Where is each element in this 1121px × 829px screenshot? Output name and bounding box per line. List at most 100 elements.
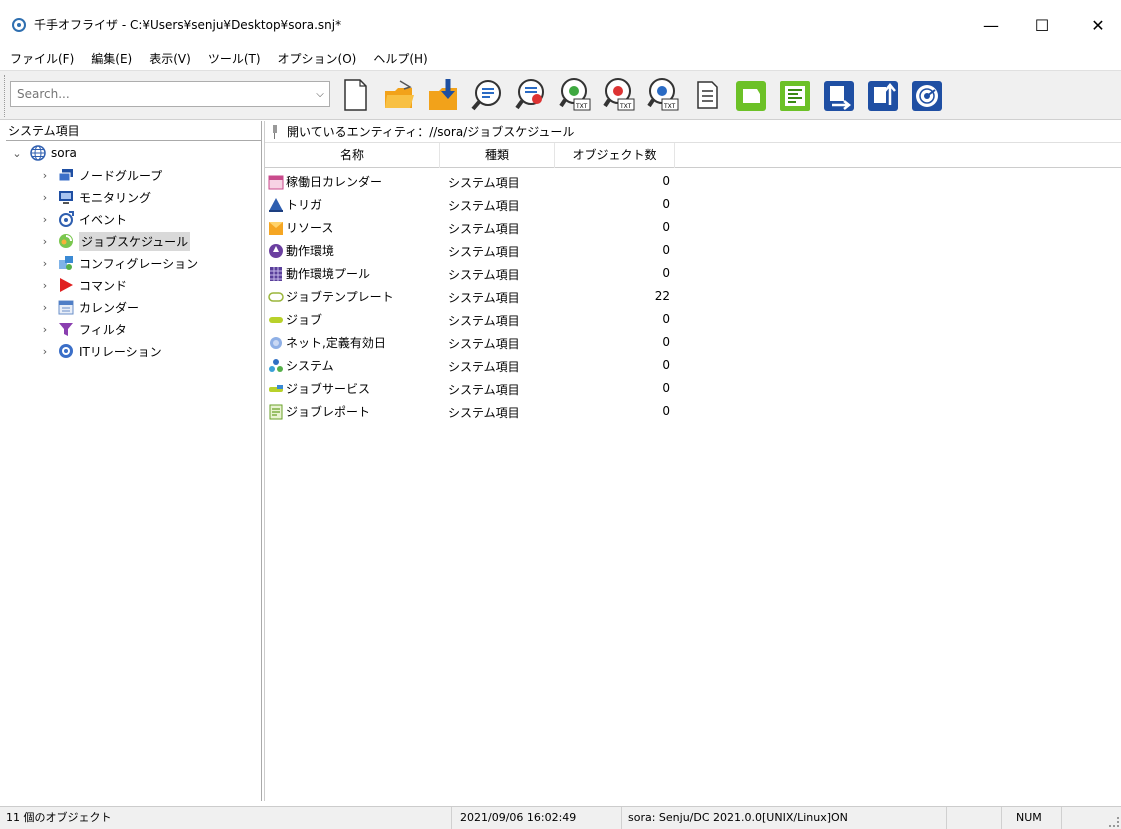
menu-options[interactable]: オプション(O): [278, 50, 357, 67]
row-name: 動作環境: [286, 244, 335, 258]
search-doc-icon[interactable]: [470, 77, 504, 113]
entity-path-bar: 開いているエンティティ：//sora/ジョブスケジュール: [265, 121, 1121, 143]
entity-path-label: 開いているエンティティ：//sora/ジョブスケジュール: [287, 125, 575, 139]
row-count: 0: [662, 381, 670, 395]
search-input[interactable]: [11, 82, 311, 106]
tree-item-filter[interactable]: › フィルタ: [38, 318, 127, 340]
txt-red-icon[interactable]: TXT: [602, 77, 636, 113]
radar-icon[interactable]: [910, 77, 944, 113]
menu-help[interactable]: ヘルプ(H): [373, 50, 427, 67]
close-button[interactable]: ✕: [1075, 10, 1121, 40]
txt-green-icon[interactable]: TXT: [558, 77, 592, 113]
row-name: ジョブレポート: [286, 405, 371, 419]
job-schedule-icon: [58, 233, 74, 249]
row-count: 0: [662, 174, 670, 188]
tree-item-command[interactable]: › コマンド: [38, 274, 127, 296]
row-count: 0: [662, 335, 670, 349]
toolbar-grip[interactable]: [4, 75, 7, 117]
chevron-right-icon[interactable]: ›: [38, 191, 52, 204]
green-node-icon[interactable]: [734, 77, 768, 113]
tree-item-node-group[interactable]: › ノードグループ: [38, 164, 162, 186]
row-type: システム項目: [448, 199, 520, 213]
menu-view[interactable]: 表示(V): [149, 50, 191, 67]
chevron-right-icon[interactable]: ›: [38, 169, 52, 182]
row-type: システム項目: [448, 268, 520, 282]
row-name: ジョブサービス: [286, 382, 371, 396]
column-header-name[interactable]: 名称: [265, 143, 440, 168]
export-blue-icon[interactable]: [822, 77, 856, 113]
tree-item-event[interactable]: › イベント: [38, 208, 127, 230]
row-type: システム項目: [448, 176, 520, 190]
it-relation-icon: [58, 343, 74, 359]
title-bar: 千手オフライザ - C:¥Users¥senju¥Desktop¥sora.sn…: [0, 0, 1121, 46]
job-icon: [268, 312, 284, 328]
menu-tools[interactable]: ツール(T): [208, 50, 261, 67]
tree-item-job-schedule[interactable]: › ジョブスケジュール: [38, 230, 191, 252]
trigger-icon: [268, 197, 284, 213]
tree-item-configuration[interactable]: › コンフィグレーション: [38, 252, 198, 274]
chevron-right-icon[interactable]: ›: [38, 235, 52, 248]
chevron-right-icon[interactable]: ›: [38, 257, 52, 270]
list-row[interactable]: トリガ システム項目 0: [265, 193, 675, 216]
column-header-count[interactable]: オブジェクト数: [555, 143, 675, 168]
tree-item-sora[interactable]: ⌄ sora: [10, 142, 77, 164]
list-doc-icon[interactable]: [690, 77, 724, 113]
list-row[interactable]: 動作環境 システム項目 0: [265, 239, 675, 262]
tree-item-label: ITリレーション: [79, 344, 162, 359]
chevron-right-icon[interactable]: ›: [38, 213, 52, 226]
environment-pool-icon: [268, 266, 284, 282]
minimize-button[interactable]: —: [968, 10, 1014, 40]
status-connection: sora: Senju/DC 2021.0.0[UNIX/Linux]ON: [622, 807, 947, 829]
list-row[interactable]: 動作環境プール システム項目 0: [265, 262, 675, 285]
list-row[interactable]: システム システム項目 0: [265, 354, 675, 377]
txt-blue-icon[interactable]: TXT: [646, 77, 680, 113]
open-folder-icon[interactable]: [382, 77, 416, 113]
chevron-right-icon[interactable]: ›: [38, 345, 52, 358]
list-row[interactable]: ジョブ システム項目 0: [265, 308, 675, 331]
tree-item-label: ノードグループ: [79, 168, 163, 183]
list-row[interactable]: ジョブテンプレート システム項目 22: [265, 285, 675, 308]
list-row[interactable]: リソース システム項目 0: [265, 216, 675, 239]
row-name: システム: [286, 359, 334, 373]
maximize-button[interactable]: ☐: [1019, 10, 1065, 40]
job-report-icon: [268, 404, 284, 420]
search-box[interactable]: ⌵: [10, 81, 330, 107]
chevron-down-icon[interactable]: ⌄: [10, 147, 24, 160]
row-type: システム項目: [448, 245, 520, 259]
chevron-right-icon[interactable]: ›: [38, 301, 52, 314]
list-row[interactable]: ジョブレポート システム項目 0: [265, 400, 675, 423]
resize-grip[interactable]: [1109, 817, 1119, 827]
new-document-icon[interactable]: [338, 77, 372, 113]
tree-item-it-relation[interactable]: › ITリレーション: [38, 340, 162, 362]
environment-icon: [268, 243, 284, 259]
event-icon: [58, 211, 74, 227]
search-red-icon[interactable]: [514, 77, 548, 113]
list-row[interactable]: ネット,定義有効日 システム項目 0: [265, 331, 675, 354]
chevron-down-icon[interactable]: ⌵: [313, 87, 327, 101]
tree-item-label: モニタリング: [79, 190, 152, 205]
row-type: システム項目: [448, 360, 520, 374]
pin-icon[interactable]: [271, 125, 279, 139]
menu-file[interactable]: ファイル(F): [10, 50, 74, 67]
list-row[interactable]: ジョブサービス システム項目 0: [265, 377, 675, 400]
column-header-type[interactable]: 種類: [440, 143, 555, 168]
calendar-pink-icon: [268, 174, 284, 190]
export-up-icon[interactable]: [866, 77, 900, 113]
chevron-right-icon[interactable]: ›: [38, 323, 52, 336]
import-icon[interactable]: [426, 77, 460, 113]
app-logo-icon: [12, 18, 26, 32]
chevron-right-icon[interactable]: ›: [38, 279, 52, 292]
row-type: システム項目: [448, 222, 520, 236]
row-count: 0: [662, 404, 670, 418]
green-list-icon[interactable]: [778, 77, 812, 113]
entity-tree: ⌄ sora › ノードグループ › モニタリング › イベント › ジョブスケ…: [6, 142, 261, 802]
menu-edit[interactable]: 編集(E): [91, 50, 132, 67]
status-empty: [947, 807, 1002, 829]
list-row[interactable]: 稼働日カレンダー システム項目 0: [265, 170, 675, 193]
row-type: システム項目: [448, 314, 520, 328]
tree-item-monitoring[interactable]: › モニタリング: [38, 186, 151, 208]
job-template-icon: [268, 289, 284, 305]
tree-item-calendar[interactable]: › カレンダー: [38, 296, 139, 318]
tree-item-label: コマンド: [79, 278, 128, 293]
tree-item-label: コンフィグレーション: [79, 256, 199, 271]
